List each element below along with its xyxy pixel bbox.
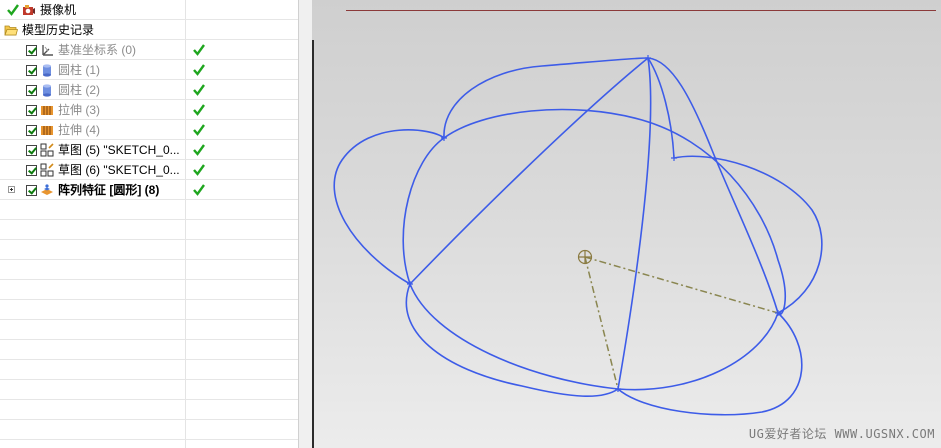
folder-open-icon	[4, 25, 18, 36]
status-check-icon	[193, 84, 205, 96]
datum-csys-icon	[42, 45, 53, 56]
extrude-icon	[41, 106, 53, 115]
curve-top-right-lobe	[647, 57, 779, 314]
empty-row	[0, 320, 298, 340]
empty-row	[0, 240, 298, 260]
status-check-icon	[193, 184, 205, 196]
tree-row-sketch-5[interactable]: 草图 (5) "SKETCH_0...	[0, 140, 298, 160]
visibility-checkbox[interactable]	[26, 144, 37, 156]
tree-row-pattern-feature[interactable]: 阵列特征 [圆形] (8)	[0, 180, 298, 200]
curve-meridian-center	[617, 57, 652, 390]
curve-meridian-left	[409, 57, 649, 285]
cylinder-icon	[43, 84, 51, 97]
tree-row-label: 模型历史记录	[22, 23, 95, 37]
visibility-checkbox[interactable]	[26, 64, 37, 76]
empty-row	[0, 380, 298, 400]
tree-row-label: 拉伸 (3)	[58, 103, 101, 117]
tree-row-cylinder-2[interactable]: 圆柱 (2)	[0, 80, 298, 100]
tree-row-label: 圆柱 (1)	[58, 63, 101, 77]
wireframe-model[interactable]	[312, 0, 941, 448]
curve-inner-ellipse-bottom	[409, 283, 779, 391]
sketch-icon	[40, 143, 54, 157]
navigator-scrollbar[interactable]	[298, 0, 312, 448]
cylinder-icon	[43, 64, 51, 77]
empty-row	[0, 300, 298, 320]
visibility-checkbox[interactable]	[26, 164, 37, 176]
curve-bottom-outer	[405, 283, 619, 398]
empty-row	[0, 220, 298, 240]
tree-row-extrude-3[interactable]: 拉伸 (3)	[0, 100, 298, 120]
empty-row	[0, 420, 298, 440]
status-check-icon	[193, 64, 205, 76]
status-check-icon	[193, 144, 205, 156]
green-check-icon	[7, 4, 19, 16]
vertex-right-top	[671, 155, 677, 161]
visibility-checkbox[interactable]	[26, 84, 37, 96]
tree-row-cylinder-1[interactable]: 圆柱 (1)	[0, 60, 298, 80]
empty-row	[0, 260, 298, 280]
tree-row-extrude-4[interactable]: 拉伸 (4)	[0, 120, 298, 140]
curve-meridian-right	[647, 57, 675, 159]
origin-marker-icon	[577, 249, 593, 265]
tree-row-label: 草图 (6) "SKETCH_0...	[58, 163, 180, 177]
expand-toggle-icon[interactable]	[8, 186, 15, 193]
empty-row	[0, 360, 298, 380]
curve-left-ellipse	[333, 129, 445, 285]
empty-row	[0, 340, 298, 360]
sketch-icon	[40, 163, 54, 177]
curve-top-left-lobe	[443, 57, 649, 139]
visibility-checkbox[interactable]	[26, 104, 37, 116]
graphics-viewport[interactable]: UG爱好者论坛 WWW.UGSNX.COM	[312, 0, 941, 448]
curve-inner-ellipse-top	[443, 108, 786, 316]
empty-row	[0, 280, 298, 300]
status-check-icon	[193, 44, 205, 56]
tree-row-sketch-6[interactable]: 草图 (6) "SKETCH_0...	[0, 160, 298, 180]
empty-row	[0, 400, 298, 420]
status-check-icon	[193, 104, 205, 116]
tree-row-label: 草图 (5) "SKETCH_0...	[58, 143, 180, 157]
visibility-checkbox[interactable]	[26, 44, 37, 56]
tree-row-label: 基准坐标系 (0)	[58, 43, 137, 57]
visibility-checkbox[interactable]	[26, 124, 37, 136]
visibility-checkbox[interactable]	[26, 184, 37, 196]
curve-bottom-right-lobe	[617, 312, 803, 416]
curve-inner-ellipse	[402, 137, 445, 285]
tree-row-label: 摄像机	[40, 3, 77, 17]
pattern-feature-icon	[41, 184, 53, 195]
camera-icon	[23, 5, 35, 15]
tree-row-label: 阵列特征 [圆形] (8)	[58, 183, 160, 197]
status-check-icon	[193, 164, 205, 176]
tree-row-camera[interactable]: 摄像机	[0, 0, 298, 20]
extrude-icon	[41, 126, 53, 135]
tree-row-label: 拉伸 (4)	[58, 123, 101, 137]
status-check-icon	[193, 124, 205, 136]
forum-watermark: UG爱好者论坛 WWW.UGSNX.COM	[748, 427, 935, 441]
axis-line-down	[584, 256, 619, 390]
tree-row-label: 圆柱 (2)	[58, 83, 101, 97]
part-navigator-tree: 摄像机 模型历史记录 基准坐标系 (0) 圆柱 (1) 圆柱 (2) 拉伸 (3…	[0, 0, 298, 448]
tree-row-model-history[interactable]: 模型历史记录	[0, 20, 298, 40]
empty-row	[0, 200, 298, 220]
axis-line-right	[584, 256, 779, 314]
tree-row-datum-csys[interactable]: 基准坐标系 (0)	[0, 40, 298, 60]
